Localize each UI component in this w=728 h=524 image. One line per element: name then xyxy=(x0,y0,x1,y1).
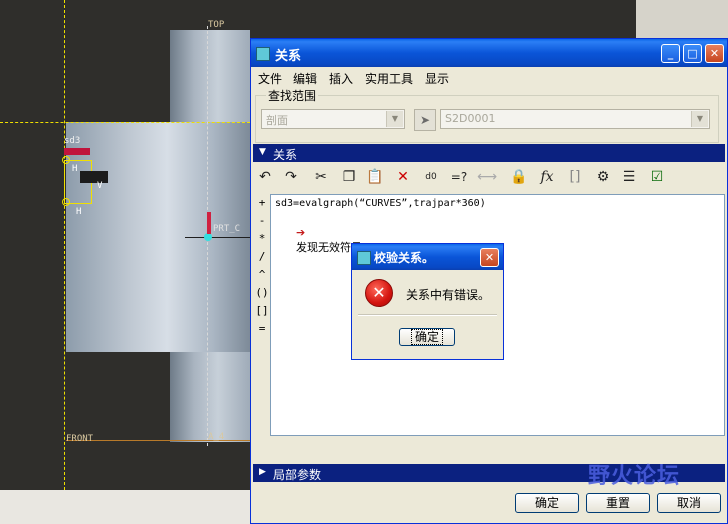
cylinder-top-flange xyxy=(170,30,250,122)
label-v: V xyxy=(97,181,103,191)
op-brackets[interactable]: [] xyxy=(255,304,269,317)
lock-icon[interactable]: 🔒 xyxy=(509,167,529,187)
lookup-target-combo[interactable]: S2D0001 ▼ xyxy=(440,109,710,129)
show-dimensions-icon[interactable]: d0 xyxy=(421,167,441,187)
watermark-logo: 野火论坛 xyxy=(588,464,681,489)
label-h-2: H xyxy=(76,207,82,217)
redo-icon[interactable]: ↷ xyxy=(281,167,301,187)
maximize-button[interactable]: □ xyxy=(683,44,702,63)
cut-icon[interactable]: ✂ xyxy=(311,167,331,187)
verify-message: 关系中有错误。 xyxy=(406,288,491,302)
menu-edit[interactable]: 编辑 xyxy=(293,70,317,87)
sort-icon[interactable]: ☰ xyxy=(619,167,639,187)
cursor-arrow-icon: ➤ xyxy=(419,113,431,127)
label-a4: A_4 xyxy=(208,432,225,442)
csys-axis xyxy=(207,212,211,234)
dimension-highlight xyxy=(64,148,90,155)
delete-icon[interactable]: ✕ xyxy=(393,167,413,187)
section-relations-header[interactable]: ▼ 关系 xyxy=(253,144,725,162)
menu-utilities[interactable]: 实用工具 xyxy=(365,70,413,87)
copy-icon[interactable]: ❐ xyxy=(339,167,359,187)
function-icon[interactable]: fx xyxy=(537,167,557,187)
dimension-tag xyxy=(80,171,108,183)
app-icon xyxy=(357,251,371,265)
verify-close-button[interactable]: ✕ xyxy=(480,248,499,267)
label-prt: PRT_C xyxy=(213,224,241,234)
datum-line-vertical-left xyxy=(64,0,65,490)
ok-button[interactable]: 确定 xyxy=(515,493,579,513)
menu-file[interactable]: 文件 xyxy=(258,70,282,87)
sketch-vertex xyxy=(62,156,70,164)
menu-bar: 文件 编辑 插入 实用工具 显示 xyxy=(251,67,727,87)
datum-line-horizontal xyxy=(0,122,250,123)
label-h-1: H xyxy=(72,164,78,174)
chevron-down-icon: ▼ xyxy=(386,111,403,127)
label-front: FRONT xyxy=(66,434,94,444)
label-sd3[interactable]: sd3 xyxy=(64,136,80,146)
verify-relations-dialog: 校验关系。 ✕ ✕ 关系中有错误。 确定 xyxy=(351,243,504,360)
chevron-down-icon: ▼ xyxy=(691,111,708,127)
relations-toolbar: ↶ ↷ ✂ ❐ 📋 ✕ d0 =? ⟷ 🔒 fx [] ⚙ ☰ ☑ xyxy=(255,165,725,191)
cancel-button[interactable]: 取消 xyxy=(657,493,721,513)
paste-icon[interactable]: 📋 xyxy=(365,167,385,187)
lookup-target-value: S2D0001 xyxy=(445,112,496,125)
section-local-params-label: 局部参数 xyxy=(273,468,322,482)
verify-ok-label: 确定 xyxy=(410,329,443,345)
op-divide[interactable]: / xyxy=(255,250,269,263)
section-relations-label: 关系 xyxy=(273,148,298,162)
close-button[interactable]: ✕ xyxy=(705,44,724,63)
reset-button[interactable]: 重置 xyxy=(586,493,650,513)
relations-title: 关系 xyxy=(275,49,302,64)
relations-title-bar[interactable]: 关系 _ □ ✕ xyxy=(251,39,727,67)
menu-insert[interactable]: 插入 xyxy=(329,70,353,87)
undo-icon[interactable]: ↶ xyxy=(255,167,275,187)
parameter-icon[interactable]: ⚙ xyxy=(593,167,613,187)
lookup-group-label: 查找范围 xyxy=(266,87,319,104)
menu-display[interactable]: 显示 xyxy=(425,70,449,87)
lookup-type-combo[interactable]: 剖面 ▼ xyxy=(261,109,405,129)
divider xyxy=(358,314,497,316)
sketch-line xyxy=(185,237,250,238)
label-top: TOP xyxy=(208,20,225,30)
sketch-point[interactable] xyxy=(204,233,212,241)
brackets-icon[interactable]: [] xyxy=(565,167,585,187)
op-multiply[interactable]: * xyxy=(255,232,269,245)
op-parens[interactable]: () xyxy=(255,286,269,299)
select-arrow-button[interactable]: ➤ xyxy=(414,109,436,131)
lookup-type-value: 剖面 xyxy=(266,114,288,127)
op-power[interactable]: ^ xyxy=(255,268,269,281)
code-line: sd3=evalgraph(“CURVES”,trajpar*360) xyxy=(275,198,486,209)
op-equals[interactable]: = xyxy=(255,322,269,335)
collapsed-triangle-icon: ▶ xyxy=(259,467,266,477)
app-icon xyxy=(256,47,270,61)
minimize-button[interactable]: _ xyxy=(661,44,680,63)
sketch-vertex xyxy=(62,198,70,206)
verify-icon[interactable]: =? xyxy=(449,167,469,187)
verify-title-bar[interactable]: 校验关系。 ✕ xyxy=(352,244,503,270)
verify-ok-button[interactable]: 确定 xyxy=(399,328,455,346)
error-arrow-icon: ➔ xyxy=(295,226,306,239)
error-icon: ✕ xyxy=(365,279,393,307)
op-minus[interactable]: - xyxy=(255,214,269,227)
expanded-triangle-icon: ▼ xyxy=(259,147,266,157)
op-plus[interactable]: + xyxy=(255,196,269,209)
check-icon[interactable]: ☑ xyxy=(647,167,667,187)
insert-dimension-icon[interactable]: ⟷ xyxy=(477,167,497,187)
status-area xyxy=(0,490,250,524)
cylinder-bottom-flange xyxy=(170,352,250,442)
verify-title: 校验关系。 xyxy=(374,251,435,265)
